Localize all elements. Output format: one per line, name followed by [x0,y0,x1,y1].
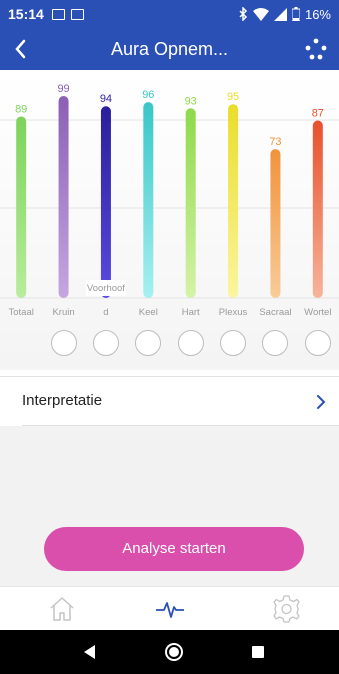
value-label-totaal: 89 [15,103,27,115]
category-label-kruin: Kruin [52,307,74,318]
chakra-select-kruin[interactable] [50,330,77,356]
bar-sacraal [270,149,281,298]
category-label-sacraal: Sacraal [259,307,291,318]
aura-chart: 89 Totaal 99 Kruin 94 d Voorhoof 96 Keel 93 Hart 95… [0,70,339,370]
battery-icon [291,7,300,21]
android-navigation-bar [0,630,339,674]
chakra-select-plexus[interactable] [220,330,247,356]
wifi-icon [252,7,269,21]
category-label-keel: Keel [139,307,158,318]
home-circle-icon[interactable] [164,642,184,662]
interpretation-row[interactable]: Interpretatie [0,376,339,426]
start-analysis-button[interactable]: Analyse starten [44,527,304,571]
bluetooth-icon [239,7,248,21]
voorhoofd-overlay-label: Voorhoof [87,283,125,294]
pulse-icon[interactable] [155,594,185,624]
value-label-voorhoofd: 94 [100,93,112,105]
battery-percentage: 16% [304,6,331,22]
category-label-hart: Hart [182,307,200,318]
category-label-wortel: Wortel [304,307,331,318]
value-label-plexus: 95 [227,91,239,103]
bar-voorhoofd [100,106,111,298]
chakra-selector-row [0,330,339,360]
bar-keel [143,102,154,298]
chakra-select-hart[interactable] [177,330,204,356]
bar-wortel [312,120,323,298]
category-label-voorhoofd: d [103,307,108,318]
value-label-hart: 93 [185,95,197,107]
category-label-totaal: Totaal [9,307,34,318]
chakra-select-voorhoofd[interactable] [92,330,119,356]
mail-icon [70,8,84,20]
home-icon[interactable] [47,594,77,624]
image-icon [51,8,65,20]
status-bar: 15:14 16% [0,0,339,28]
bar-plexus [228,104,239,298]
chevron-right-icon [317,395,326,409]
recents-square-icon[interactable] [248,642,268,662]
chakra-select-sacraal[interactable] [262,330,289,356]
settings-gear-icon[interactable] [271,594,301,624]
category-label-plexus: Plexus [219,307,248,318]
interpretation-label: Interpretatie [22,392,103,409]
bottom-navigation [0,586,339,630]
back-triangle-icon[interactable] [80,642,100,662]
chakra-select-keel[interactable] [135,330,162,356]
page-title: Aura Opnem... [110,39,229,59]
status-time: 15:14 [8,6,44,22]
bar-totaal [16,116,27,298]
value-label-keel: 96 [142,89,154,101]
aura-bar-chart: 89 Totaal 99 Kruin 94 d Voorhoof 96 Keel 93 Hart 95… [0,83,339,318]
bar-hart [185,108,196,298]
dots-menu-icon[interactable] [303,36,329,62]
app-header: Aura Opnem... [0,28,339,70]
bar-kruin [58,96,69,298]
value-label-sacraal: 73 [269,136,281,148]
signal-icon [273,7,287,21]
value-label-wortel: 87 [312,108,324,120]
chakra-select-wortel[interactable] [304,330,331,356]
value-label-kruin: 99 [57,83,69,95]
